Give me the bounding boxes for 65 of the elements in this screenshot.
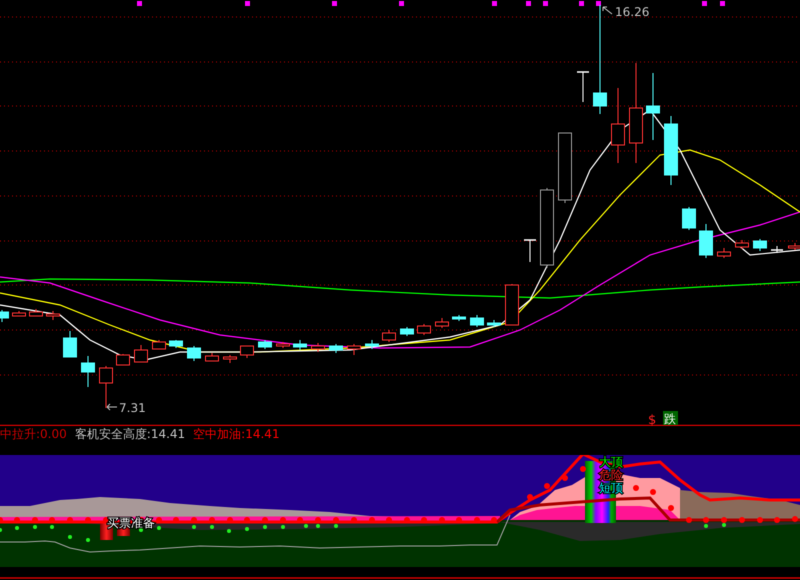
indicator-label: 客机安全高度: [74,426,151,443]
candlestick [771,246,783,254]
signal-marker [245,1,250,6]
low-price-label: 7.31 [119,401,146,415]
candlestick [699,224,713,258]
candlestick [293,340,307,350]
candlestick [240,346,254,358]
candlestick [347,344,361,356]
candlestick [116,354,130,366]
candlestick [646,72,660,140]
candlestick [63,330,77,358]
signal-marker [492,1,497,6]
indicator-value: 14.41 [245,426,280,443]
candlestick [505,284,519,326]
candlestick [46,310,60,320]
signal-marker [543,1,548,6]
candlestick [134,344,148,362]
fall-signal-tag: 跌 [663,411,678,426]
candlestick [558,132,572,204]
candlestick [258,340,272,350]
indicator-label: 中拉升: [0,426,40,443]
candlestick [12,310,26,316]
candlestick [682,206,696,230]
dollar-signal: $ [648,413,656,426]
candlestick [788,242,800,250]
candlestick [169,340,183,348]
arrow-icon [106,404,118,410]
candlestick [365,340,379,350]
indicator-value: 14.41 [150,426,186,443]
candlestick [717,248,731,258]
indicator-value: 0.00 [40,426,67,443]
candlestick [99,366,113,408]
candlestick [753,238,767,252]
signal-marker [702,1,707,6]
signal-marker [526,1,531,6]
arrow-icon [602,6,612,14]
candlestick [417,324,431,336]
candlestick [81,356,95,388]
candlestick [735,240,749,250]
candlestick [152,340,166,350]
signal-marker [332,1,337,6]
candlestick [382,330,396,342]
candlestick [577,71,589,102]
high-price-label: 16.26 [615,5,650,19]
candlestick [276,342,290,348]
candlestick [470,314,484,328]
candlestick [329,344,343,354]
signal-marker [137,1,142,6]
signal-marker [720,1,725,6]
candlestick [311,342,325,352]
candlestick [205,352,219,362]
indicator-label: 空中加油: [193,426,246,443]
signal-annotation: 买票准备 [107,516,155,530]
candlestick [223,354,237,364]
signal-marker [399,1,404,6]
candlestick [187,346,201,362]
signal-marker [596,1,601,6]
candlestick [524,239,536,262]
candlestick [487,320,501,328]
candlestick [29,308,43,316]
candlestick [664,116,678,186]
candlestick [435,318,449,328]
signal-marker [579,1,584,6]
candlestick [400,326,414,336]
candlestick [0,310,9,322]
